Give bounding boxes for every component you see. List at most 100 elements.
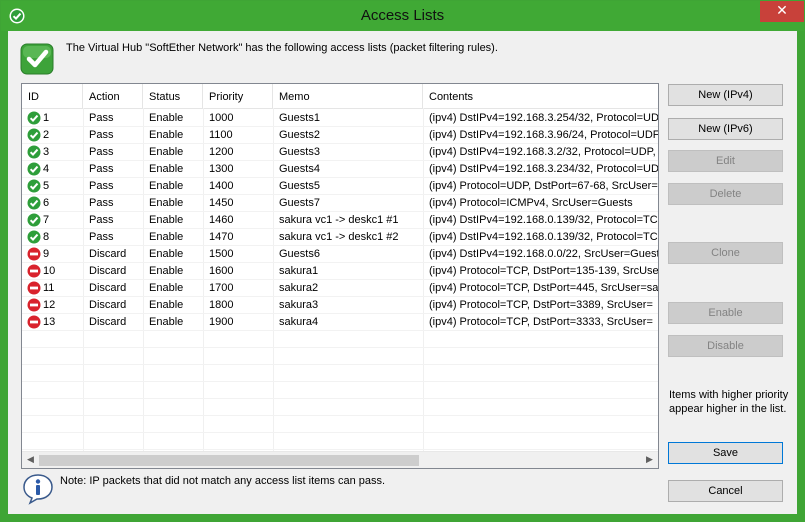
cell-id: 2 bbox=[43, 129, 50, 141]
table-row[interactable]: 8 Pass Enable 1470 sakura vc1 -> deskc1 #2 (i… bbox=[22, 229, 658, 246]
cell-id: 3 bbox=[43, 146, 50, 158]
cell-priority: 1500 bbox=[209, 248, 234, 260]
table-row[interactable]: 12 Discard Enable 1800 sakura3 (ipv4) Protoco… bbox=[22, 297, 658, 314]
cell-priority: 1100 bbox=[209, 129, 233, 141]
cell-priority: 1300 bbox=[209, 163, 234, 175]
cell-action: Pass bbox=[89, 180, 114, 192]
scroll-left-icon[interactable]: ◀ bbox=[22, 452, 39, 468]
cell-status: Enable bbox=[149, 282, 184, 294]
cell-contents: (ipv4) DstIPv4=192.168.0.139/32, Protoco… bbox=[429, 231, 658, 243]
table-row[interactable]: 13 Discard Enable 1900 sakura4 (ipv4) Protoco… bbox=[22, 314, 658, 331]
pass-check-icon bbox=[27, 213, 41, 227]
cell-id: 13 bbox=[43, 316, 56, 328]
cell-status: Enable bbox=[149, 231, 184, 243]
cell-memo: sakura vc1 -> deskc1 #1 bbox=[279, 214, 399, 226]
row-gridline bbox=[22, 364, 658, 365]
cell-action: Discard bbox=[89, 299, 127, 311]
cell-status: Enable bbox=[149, 180, 184, 192]
window-title: Access Lists bbox=[360, 7, 445, 24]
cell-status: Enable bbox=[149, 316, 184, 328]
header-divider bbox=[22, 108, 658, 109]
scroll-thumb[interactable] bbox=[39, 455, 419, 466]
cell-priority: 1700 bbox=[209, 282, 234, 294]
table-row[interactable]: 7 Pass Enable 1460 sakura vc1 -> deskc1 #1 (i… bbox=[22, 212, 658, 229]
column-header-priority[interactable]: Priority bbox=[203, 84, 273, 108]
table-row[interactable]: 9 Discard Enable 1500 Guests6 (ipv4) DstIPv4=… bbox=[22, 246, 658, 263]
disable-button[interactable]: Disable bbox=[668, 335, 783, 357]
pass-check-icon bbox=[27, 162, 41, 176]
column-header-contents[interactable]: Contents bbox=[423, 84, 658, 108]
delete-button[interactable]: Delete bbox=[668, 183, 783, 205]
table-row[interactable]: 6 Pass Enable 1450 Guests7 (ipv4) Protocol=IC… bbox=[22, 195, 658, 212]
table-row[interactable]: 11 Discard Enable 1700 sakura2 (ipv4) Protoco… bbox=[22, 280, 658, 297]
info-icon bbox=[23, 474, 53, 505]
cell-id: 8 bbox=[43, 231, 50, 243]
cell-status: Enable bbox=[149, 265, 184, 277]
new-ipv6-button[interactable]: New (IPv6) bbox=[668, 118, 783, 140]
table-row[interactable]: 3 Pass Enable 1200 Guests3 (ipv4) DstIPv4=192… bbox=[22, 144, 658, 161]
pass-check-icon bbox=[27, 145, 41, 159]
pass-check-icon bbox=[27, 179, 41, 193]
column-header-status[interactable]: Status bbox=[143, 84, 203, 108]
cell-priority: 1470 bbox=[209, 231, 234, 243]
cell-id: 6 bbox=[43, 197, 50, 209]
cell-contents: (ipv4) DstIPv4=192.168.3.2/32, Protocol=… bbox=[429, 146, 656, 158]
column-header-action[interactable]: Action bbox=[83, 84, 143, 108]
cell-action: Discard bbox=[89, 265, 127, 277]
row-gridline bbox=[22, 347, 658, 348]
cell-memo: Guests2 bbox=[279, 129, 320, 141]
row-gridline bbox=[22, 398, 658, 399]
pass-check-icon bbox=[27, 128, 41, 142]
scroll-right-icon[interactable]: ▶ bbox=[641, 452, 658, 468]
horizontal-scrollbar[interactable]: ◀ ▶ bbox=[22, 451, 658, 468]
cell-action: Pass bbox=[89, 146, 114, 158]
new-ipv4-button[interactable]: New (IPv4) bbox=[668, 84, 783, 106]
edit-button[interactable]: Edit bbox=[668, 150, 783, 172]
priority-note: Items with higher priority appear higher… bbox=[669, 389, 789, 415]
cell-status: Enable bbox=[149, 129, 184, 141]
cell-priority: 1450 bbox=[209, 197, 234, 209]
table-row[interactable]: 10 Discard Enable 1600 sakura1 (ipv4) Protoco… bbox=[22, 263, 658, 280]
header-description: The Virtual Hub "SoftEther Network" has … bbox=[66, 42, 498, 54]
cell-contents: (ipv4) DstIPv4=192.168.3.254/32, Protoco… bbox=[429, 112, 658, 124]
cell-priority: 1900 bbox=[209, 316, 234, 328]
close-button[interactable]: ✕ bbox=[760, 1, 804, 22]
table-row[interactable]: 2 Pass Enable 1100 Guests2 (ipv4) DstIPv4=192… bbox=[22, 127, 658, 144]
discard-stop-icon bbox=[27, 315, 41, 329]
cell-action: Pass bbox=[89, 163, 114, 175]
clone-button[interactable]: Clone bbox=[668, 242, 783, 264]
cell-memo: sakura4 bbox=[279, 316, 319, 328]
cell-memo: Guests1 bbox=[279, 112, 320, 124]
cell-contents: (ipv4) Protocol=TCP, DstPort=3333, SrcUs… bbox=[429, 316, 653, 328]
footer-note: Note: IP packets that did not match any … bbox=[60, 475, 386, 487]
discard-stop-icon bbox=[27, 298, 41, 312]
cell-id: 11 bbox=[43, 282, 55, 294]
column-header-memo[interactable]: Memo bbox=[273, 84, 423, 108]
cell-id: 1 bbox=[43, 112, 50, 124]
cell-id: 5 bbox=[43, 180, 50, 192]
access-lists-window: Access Lists ✕ The Virtual Hub "SoftEthe… bbox=[0, 0, 805, 522]
pass-check-icon bbox=[27, 111, 41, 125]
enable-button[interactable]: Enable bbox=[668, 302, 783, 324]
cell-action: Pass bbox=[89, 129, 114, 141]
cell-priority: 1600 bbox=[209, 265, 234, 277]
cell-memo: Guests4 bbox=[279, 163, 320, 175]
table-viewport: ID Action Status Priority Memo Contents … bbox=[22, 84, 658, 451]
access-list-table[interactable]: ID Action Status Priority Memo Contents … bbox=[21, 83, 659, 469]
column-header-id[interactable]: ID bbox=[22, 84, 83, 108]
table-row[interactable]: 1 Pass Enable 1000 Guests1 (ipv4) DstIPv4=192… bbox=[22, 110, 658, 127]
row-gridline bbox=[22, 432, 658, 433]
discard-stop-icon bbox=[27, 264, 41, 278]
cell-id: 4 bbox=[43, 163, 50, 175]
table-row[interactable]: 4 Pass Enable 1300 Guests4 (ipv4) DstIPv4=192… bbox=[22, 161, 658, 178]
cancel-button[interactable]: Cancel bbox=[668, 480, 783, 502]
title-bar[interactable]: Access Lists ✕ bbox=[1, 1, 804, 31]
cell-priority: 1000 bbox=[209, 112, 234, 124]
cell-contents: (ipv4) DstIPv4=192.168.0.0/22, SrcUser=G… bbox=[429, 248, 658, 260]
pass-check-icon bbox=[27, 230, 41, 244]
save-button[interactable]: Save bbox=[668, 442, 783, 464]
discard-stop-icon bbox=[27, 247, 41, 261]
dialog-body: The Virtual Hub "SoftEther Network" has … bbox=[8, 31, 797, 514]
table-row[interactable]: 5 Pass Enable 1400 Guests5 (ipv4) Protocol=UD… bbox=[22, 178, 658, 195]
cell-memo: sakura2 bbox=[279, 282, 319, 294]
